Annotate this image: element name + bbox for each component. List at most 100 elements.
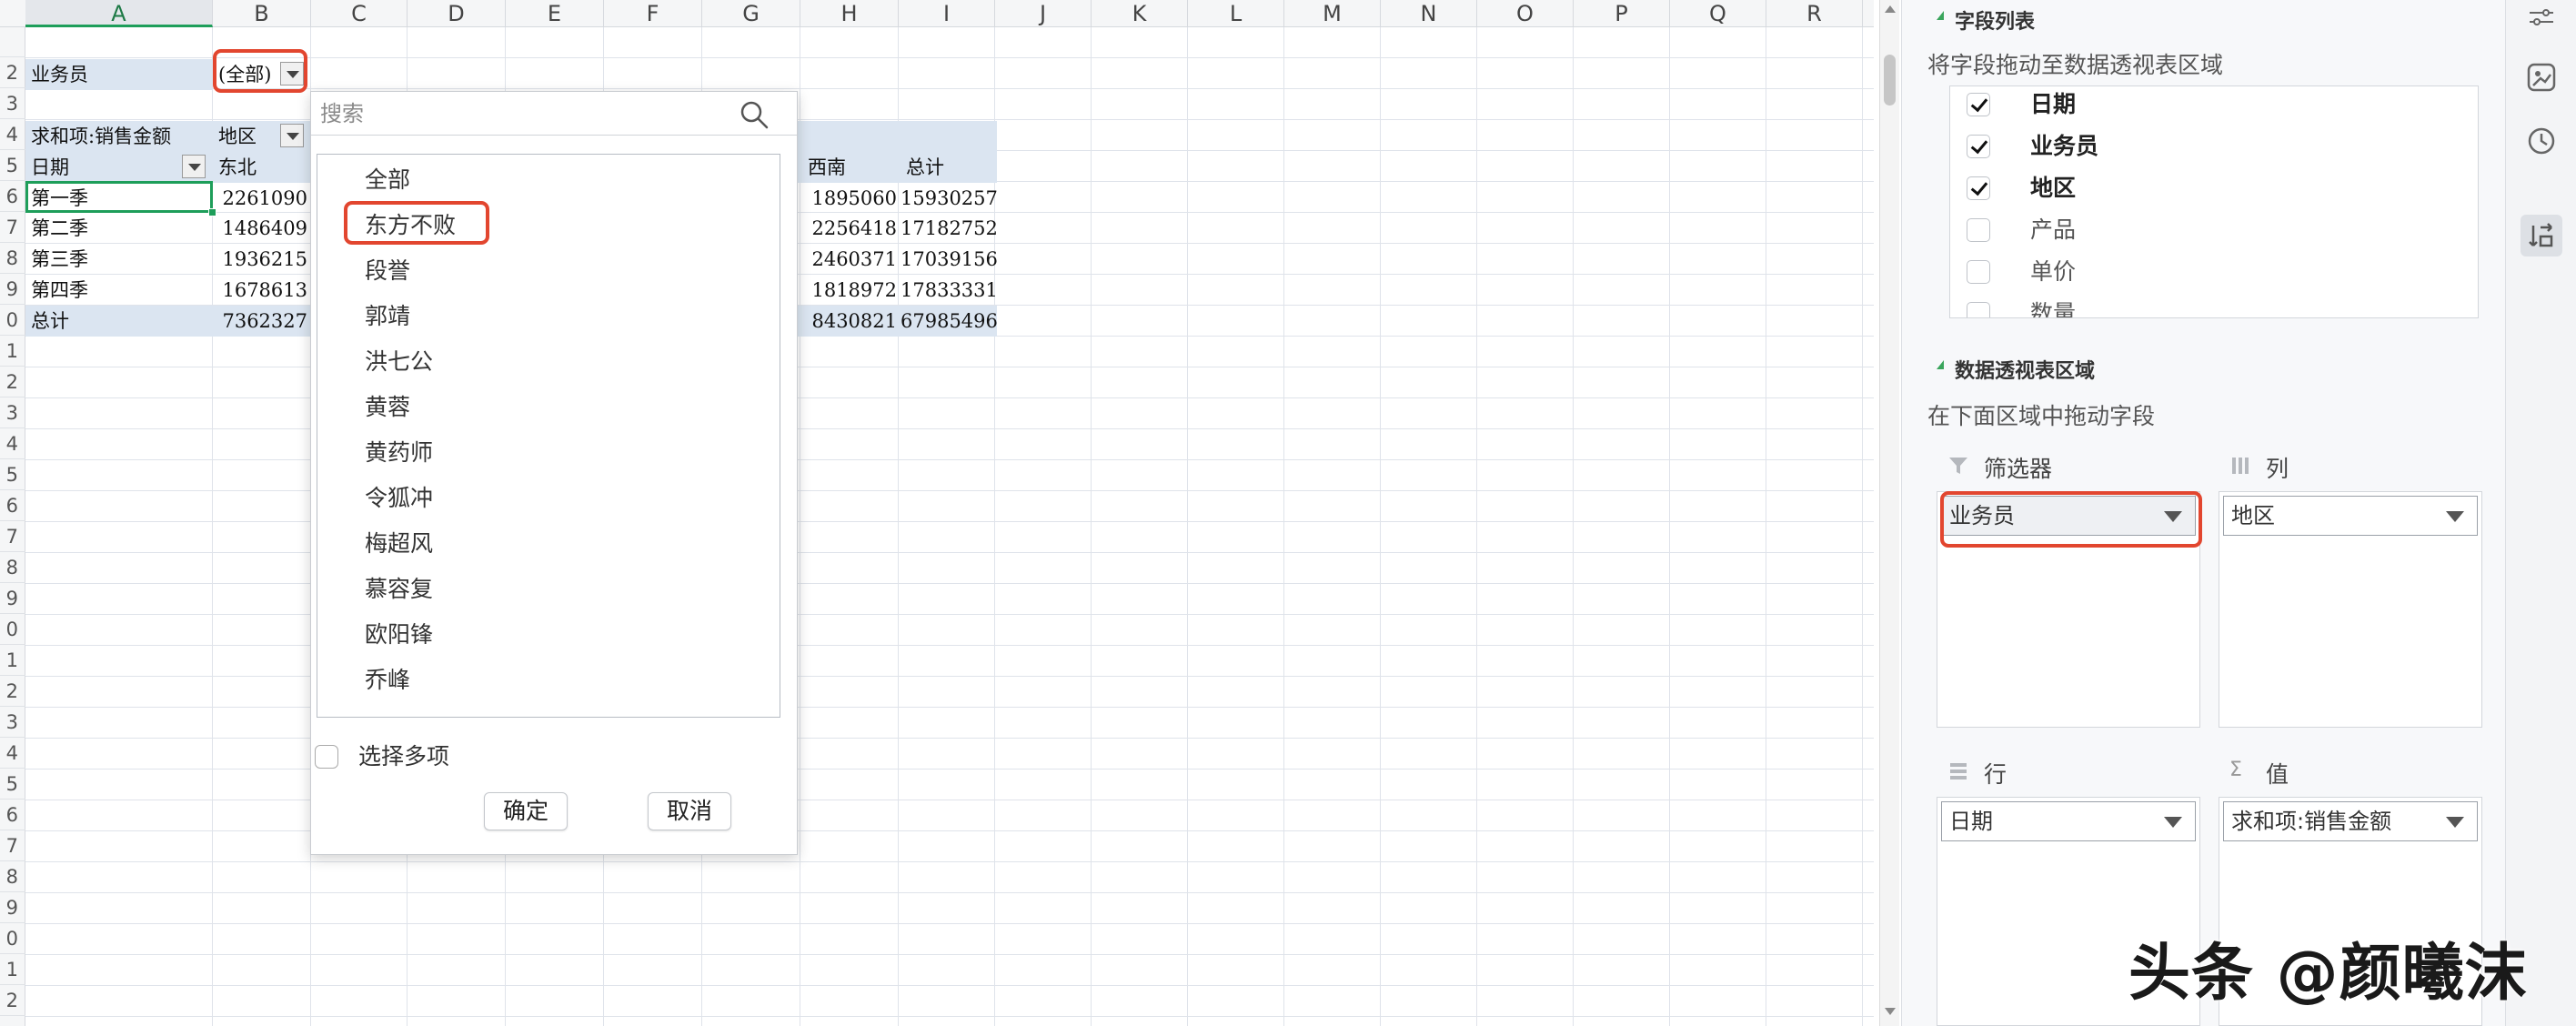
column-header[interactable]: O <box>1477 0 1574 27</box>
row-header[interactable]: 2 <box>0 57 25 88</box>
cell-value[interactable]: 2460371 <box>802 244 901 275</box>
row-header[interactable]: 4 <box>0 738 25 769</box>
spreadsheet-grid[interactable]: ABCDEFGHIJKLMNOPQR 234567890123456789012… <box>0 0 1874 1026</box>
total-value[interactable]: 7362327 <box>213 306 311 337</box>
collapse-triangle-icon[interactable] <box>1937 360 1944 369</box>
option-item[interactable]: 乔峰 <box>365 662 410 699</box>
field-list-box[interactable]: 日期 业务员 地区 产品 单价 数量 <box>1949 86 2479 318</box>
option-all[interactable]: 全部 <box>365 162 410 198</box>
column-header[interactable]: C <box>311 0 408 27</box>
cancel-button[interactable]: 取消 <box>648 792 731 830</box>
row-header[interactable]: 9 <box>0 274 25 305</box>
row-header[interactable]: 2 <box>0 367 25 397</box>
row-header[interactable]: 3 <box>0 88 25 119</box>
row-header[interactable]: 6 <box>0 181 25 212</box>
scroll-down-icon[interactable] <box>1885 1008 1896 1015</box>
option-item[interactable]: 洪七公 <box>365 344 433 380</box>
row-header[interactable]: 4 <box>0 119 25 150</box>
row-header[interactable]: 6 <box>0 800 25 830</box>
option-item[interactable]: 梅超风 <box>365 526 433 562</box>
option-item[interactable]: 黄蓉 <box>365 389 410 426</box>
collapse-triangle-icon[interactable] <box>1937 11 1944 20</box>
column-header[interactable]: I <box>899 0 995 27</box>
row-header[interactable]: 3 <box>0 707 25 738</box>
row-header[interactable]: 1 <box>0 645 25 676</box>
pivot-settings-icon[interactable] <box>2521 0 2562 42</box>
option-item[interactable]: 黄药师 <box>365 435 433 471</box>
total-value[interactable]: 8430821 <box>802 306 901 337</box>
scroll-up-icon[interactable] <box>1885 5 1896 13</box>
cell-value[interactable]: 1486409 <box>213 213 311 244</box>
chevron-down-icon[interactable] <box>2164 817 2182 828</box>
sheet-vertical-scrollbar[interactable] <box>1879 0 1899 1026</box>
field-checkbox[interactable] <box>1967 176 1990 200</box>
column-header[interactable]: E <box>506 0 604 27</box>
search-icon[interactable] <box>739 99 770 130</box>
total-row-label[interactable]: 总计 <box>25 306 213 337</box>
row-header[interactable]: 7 <box>0 212 25 243</box>
row-header[interactable]: 7 <box>0 521 25 552</box>
history-icon[interactable] <box>2521 120 2562 162</box>
column-header[interactable]: G <box>702 0 800 27</box>
field-checkbox[interactable] <box>1967 302 1990 317</box>
cell-value[interactable]: 1818972 <box>802 275 901 306</box>
cell-value[interactable]: 1678613 <box>213 275 311 306</box>
row-header[interactable]: 3 <box>0 397 25 428</box>
field-checkbox[interactable] <box>1967 260 1990 284</box>
column-header[interactable]: M <box>1284 0 1381 27</box>
row-header[interactable]: 9 <box>0 892 25 923</box>
row-header[interactable]: 8 <box>0 861 25 892</box>
cell-value[interactable]: 2256418 <box>802 213 901 244</box>
row-header[interactable]: 5 <box>0 459 25 490</box>
row-header[interactable]: 1 <box>0 954 25 985</box>
column-field-dropdown[interactable] <box>280 124 304 147</box>
column-header[interactable]: L <box>1188 0 1284 27</box>
columns-area[interactable]: 地区 <box>2219 491 2482 728</box>
row-header[interactable]: 0 <box>0 614 25 645</box>
cell-value[interactable]: 17833331 <box>901 275 997 306</box>
column-header[interactable]: R <box>1766 0 1863 27</box>
multi-select-checkbox[interactable] <box>315 745 338 769</box>
field-swap-icon[interactable] <box>2521 215 2562 256</box>
cell-value[interactable]: 2261090 <box>213 183 311 214</box>
row-header[interactable]: 0 <box>0 305 25 336</box>
cell-value[interactable]: 17039156 <box>901 244 997 275</box>
option-item[interactable]: 段誉 <box>365 253 410 289</box>
row-header[interactable]: 8 <box>0 243 25 274</box>
column-header[interactable]: D <box>408 0 506 27</box>
row-header[interactable]: 2 <box>0 676 25 707</box>
row-header[interactable]: 2 <box>0 985 25 1016</box>
row-header[interactable]: 5 <box>0 769 25 800</box>
ok-button[interactable]: 确定 <box>484 792 568 830</box>
row-field-dropdown[interactable] <box>182 155 206 178</box>
cell-value[interactable]: 17182752 <box>901 213 997 244</box>
field-checkbox[interactable] <box>1967 93 1990 116</box>
cell-value[interactable]: 1895060 <box>802 183 901 214</box>
option-item[interactable]: 欧阳锋 <box>365 617 433 653</box>
row-label[interactable]: 第二季 <box>25 213 213 244</box>
row-header[interactable]: 6 <box>0 490 25 521</box>
column-header[interactable]: Q <box>1670 0 1766 27</box>
chevron-down-icon[interactable] <box>2446 817 2464 828</box>
column-header[interactable]: A <box>25 0 213 27</box>
column-header[interactable]: P <box>1574 0 1670 27</box>
option-item[interactable]: 慕容复 <box>365 571 433 608</box>
cell-value[interactable]: 1936215 <box>213 244 311 275</box>
cell-value[interactable]: 15930257 <box>901 183 997 214</box>
total-value[interactable]: 67985496 <box>901 306 997 337</box>
scroll-thumb[interactable] <box>1884 55 1896 106</box>
row-header[interactable]: 7 <box>0 830 25 861</box>
column-header[interactable]: H <box>800 0 899 27</box>
row-header[interactable]: 5 <box>0 150 25 181</box>
rows-field-chip[interactable]: 日期 <box>1941 801 2196 841</box>
column-header[interactable]: B <box>213 0 311 27</box>
row-header[interactable]: 1 <box>0 336 25 367</box>
fill-handle[interactable] <box>208 208 216 216</box>
chevron-down-icon[interactable] <box>2446 511 2464 522</box>
row-header[interactable]: 0 <box>0 923 25 954</box>
chart-icon[interactable] <box>2521 56 2562 98</box>
popup-search-input[interactable] <box>320 97 730 130</box>
option-item[interactable]: 令狐冲 <box>365 480 433 517</box>
row-header[interactable]: 8 <box>0 552 25 583</box>
columns-field-chip[interactable]: 地区 <box>2223 496 2478 536</box>
